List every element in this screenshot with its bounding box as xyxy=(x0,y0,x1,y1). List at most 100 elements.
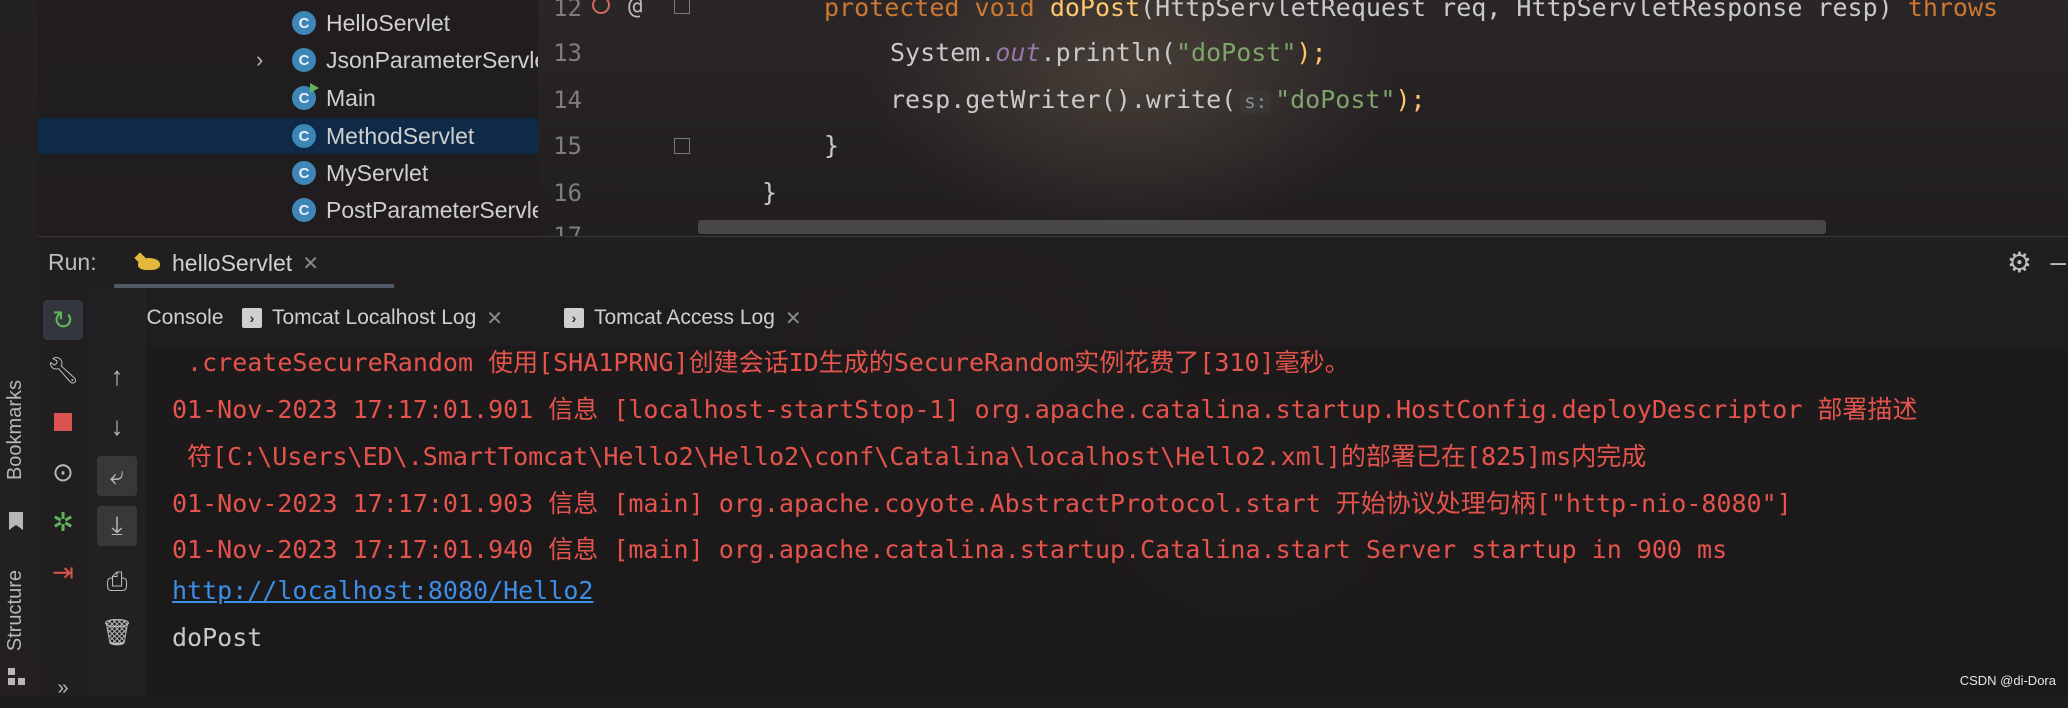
run-toolbar-primary: ↻ 🔧︎ ⊙ ✲ ⇥ » xyxy=(38,288,88,699)
class-icon: C xyxy=(292,198,316,222)
class-icon: C xyxy=(292,124,316,148)
code-line-15: } xyxy=(824,131,840,160)
line-number: 15 xyxy=(553,132,582,160)
gear-icon[interactable]: ⚙ xyxy=(2007,246,2032,279)
tree-item-label: Main xyxy=(326,84,376,111)
structure-icon[interactable] xyxy=(8,668,26,686)
params: (HttpServletRequest req, HttpServletResp… xyxy=(1140,0,1893,22)
code-text: ); xyxy=(1395,85,1426,114)
structure-label: Structure xyxy=(4,570,26,652)
console-line: 01-Nov-2023 17:17:01.901 信息 [localhost-s… xyxy=(172,395,1918,424)
tree-item-main[interactable]: C Main xyxy=(38,80,538,116)
console-line: .createSecureRandom 使用[SHA1PRNG]创建会话ID生成… xyxy=(172,348,1350,377)
code-text: ); xyxy=(1296,38,1327,67)
tab-label: Console xyxy=(146,306,224,329)
scroll-to-end-icon[interactable]: ⤓ xyxy=(97,506,137,546)
tab-tomcat-localhost-log[interactable]: › Tomcat Localhost Log ✕ xyxy=(242,298,503,338)
wrench-icon[interactable]: 🔧︎ xyxy=(43,350,83,390)
chevron-right-icon[interactable]: › xyxy=(256,47,263,73)
parameter-hint: s: xyxy=(1240,91,1272,113)
trash-icon[interactable]: 🗑︎ xyxy=(97,612,137,652)
close-icon[interactable]: ✕ xyxy=(486,306,503,331)
watermark: CSDN @di-Dora xyxy=(1959,673,2056,688)
tree-item-label: PostParameterServlet xyxy=(326,196,538,223)
string-literal: "doPost" xyxy=(1175,38,1297,67)
stop-icon[interactable] xyxy=(43,402,83,442)
console-line: doPost xyxy=(172,623,263,652)
arrow-up-icon[interactable]: ↑ xyxy=(97,356,137,396)
tab-label: Tomcat Access Log xyxy=(594,306,775,329)
console-output[interactable]: .createSecureRandom 使用[SHA1PRNG]创建会话ID生成… xyxy=(146,346,2068,696)
close-icon[interactable]: ✕ xyxy=(785,306,802,331)
tree-item-helloservlet[interactable]: C HelloServlet xyxy=(38,5,538,41)
close-icon[interactable]: ✕ xyxy=(302,251,319,276)
arrow-down-icon[interactable]: ↓ xyxy=(97,406,137,446)
left-tool-strip: Bookmarks Structure xyxy=(0,0,39,696)
rerun-icon[interactable]: ↻ xyxy=(43,300,83,340)
tree-item-label: HelloServlet xyxy=(326,9,450,36)
code-line-16: } xyxy=(762,178,778,207)
run-title: Run: xyxy=(48,249,97,275)
run-config-label: helloServlet xyxy=(172,249,293,276)
code-line-14: resp.getWriter().write(s: "doPost"); xyxy=(890,85,1426,114)
fold-icon[interactable] xyxy=(674,0,690,14)
annotation-icon: @ xyxy=(628,0,643,20)
tomcat-icon xyxy=(134,252,162,272)
field-name: out xyxy=(995,38,1041,67)
line-number: 17 xyxy=(553,222,582,236)
tree-item-myservlet[interactable]: C MyServlet xyxy=(38,155,538,191)
class-icon: C xyxy=(292,161,316,185)
more-icon[interactable]: » xyxy=(43,668,83,708)
horizontal-scrollbar[interactable] xyxy=(698,220,1826,234)
project-tree: C HelloServlet › C JsonParameterServlet … xyxy=(38,0,538,236)
run-config-tab[interactable]: helloServlet ✕ xyxy=(134,243,319,283)
line-number: 14 xyxy=(553,86,582,114)
code-text: System. xyxy=(890,38,996,67)
code-line-13: System.out.println("doPost"); xyxy=(890,38,1327,67)
bookmark-icon[interactable] xyxy=(9,512,23,530)
method-name: doPost xyxy=(1049,0,1141,22)
bookmarks-label: Bookmarks xyxy=(4,380,26,481)
terminal-icon: › xyxy=(242,308,262,328)
console-line: 01-Nov-2023 17:17:01.903 信息 [main] org.a… xyxy=(172,489,1792,518)
tab-console[interactable]: Console xyxy=(116,298,254,338)
class-icon: C xyxy=(292,11,316,35)
tab-tomcat-access-log[interactable]: › Tomcat Access Log ✕ xyxy=(564,298,802,338)
terminal-icon: › xyxy=(564,308,584,328)
run-panel-header: Run: helloServlet ✕ ⚙ – xyxy=(38,236,2068,289)
line-number: 12 xyxy=(553,0,582,22)
console-line: 符[C:\Users\ED\.SmartTomcat\Hello2\Hello2… xyxy=(172,442,1647,471)
tree-item-jsonparameterservlet[interactable]: › C JsonParameterServlet xyxy=(38,42,538,78)
code-text: .println( xyxy=(1040,38,1176,67)
camera-icon[interactable]: ⊙ xyxy=(43,452,83,492)
tree-item-postparameterservlet[interactable]: C PostParameterServlet xyxy=(38,192,538,228)
keyword: void xyxy=(974,0,1035,22)
class-icon: C xyxy=(292,48,316,72)
console-tab-bar: Console › Tomcat Localhost Log ✕ › Tomca… xyxy=(146,288,2068,346)
tree-item-label: MethodServlet xyxy=(326,122,475,149)
class-run-icon: C xyxy=(292,83,319,110)
tree-item-label: MyServlet xyxy=(326,159,429,186)
code-editor[interactable]: 12 @ 13 14 15 16 17 protected void doPos… xyxy=(538,0,2068,236)
console-link[interactable]: http://localhost:8080/Hello2 xyxy=(172,576,593,605)
soft-wrap-icon[interactable]: ⤶ xyxy=(97,456,137,496)
print-icon[interactable]: ⎙ xyxy=(97,562,137,602)
structure-tool-button[interactable]: Structure xyxy=(4,570,27,651)
keyword: protected xyxy=(824,0,960,22)
line-number: 13 xyxy=(553,39,582,67)
update-app-icon[interactable]: ✲ xyxy=(43,502,83,542)
fold-end-icon[interactable] xyxy=(674,138,690,154)
editor-gutter: 12 @ 13 14 15 16 17 xyxy=(538,0,690,236)
line-number: 16 xyxy=(553,179,582,207)
override-icon[interactable] xyxy=(592,0,610,14)
code-line-12: protected void doPost(HttpServletRequest… xyxy=(824,0,1998,22)
console-line: 01-Nov-2023 17:17:01.940 信息 [main] org.a… xyxy=(172,535,1728,564)
keyword: throws xyxy=(1907,0,1999,22)
exit-icon[interactable]: ⇥ xyxy=(43,552,83,592)
run-toolbar-secondary: ↑ ↓ ⤶ ⤓ ⎙ 🗑︎ xyxy=(88,288,146,696)
string-literal: "doPost" xyxy=(1275,85,1396,114)
tree-item-methodservlet[interactable]: C MethodServlet xyxy=(38,118,538,154)
tree-item-label: JsonParameterServlet xyxy=(326,46,538,73)
bookmarks-tool-button[interactable]: Bookmarks xyxy=(4,380,27,480)
minimize-icon[interactable]: – xyxy=(2050,246,2066,278)
